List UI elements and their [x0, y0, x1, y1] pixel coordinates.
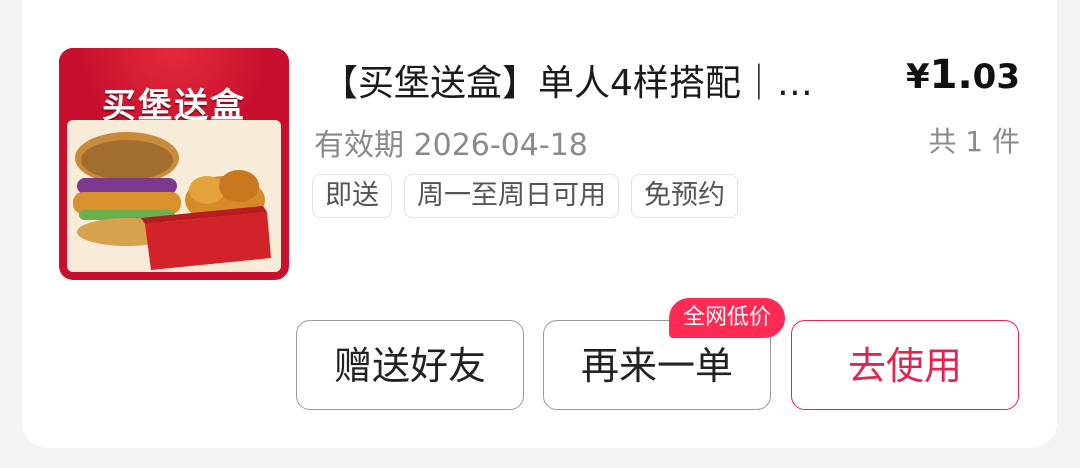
use-coupon-button[interactable]: 去使用 [791, 320, 1019, 410]
product-thumbnail[interactable]: 买堡送盒 [59, 48, 289, 280]
gift-friend-button[interactable]: 赠送好友 [296, 320, 524, 410]
currency-symbol: ¥ [905, 57, 930, 97]
tag-no-reservation: 免预约 [631, 174, 738, 218]
price-main: 1. [929, 52, 973, 98]
price: ¥1.03 [906, 52, 1020, 98]
item-quantity: 共 1 件 [928, 125, 1020, 158]
tag-instant: 即送 [312, 174, 392, 218]
tag-list: 即送 周一至周日可用 免预约 [312, 174, 738, 218]
burger-and-box-illustration [73, 132, 271, 270]
product-photo [67, 120, 281, 272]
tag-availability: 周一至周日可用 [404, 174, 619, 218]
price-cents: 03 [972, 57, 1020, 97]
lowest-price-badge: 全网低价 [669, 298, 786, 338]
item-title[interactable]: 【买堡送盒】单人4样搭配｜… [322, 54, 813, 106]
validity-date: 有效期 2026-04-18 [314, 128, 588, 163]
